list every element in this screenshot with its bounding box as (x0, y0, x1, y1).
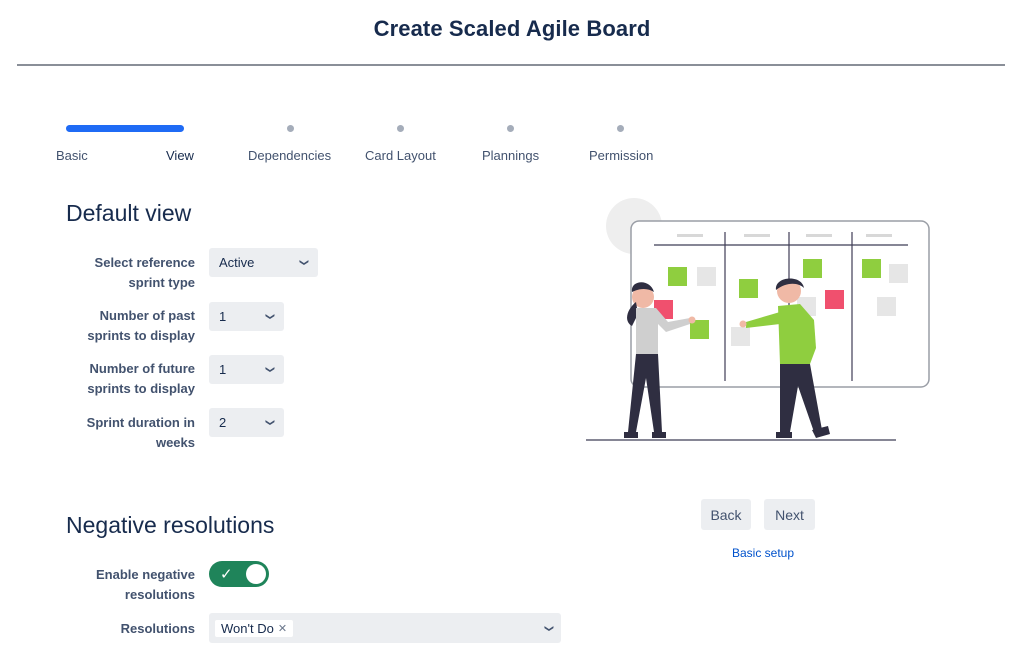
sticky-note (862, 259, 881, 278)
field-label-reference-sprint-type: Select reference sprint type (45, 253, 195, 293)
step-basic[interactable]: Basic (56, 148, 88, 163)
field-label-sprint-duration: Sprint duration in weeks (45, 413, 195, 453)
field-label-resolutions: Resolutions (120, 621, 195, 636)
resolutions-multiselect[interactable]: Won't Do ✕ ❯ (209, 613, 561, 643)
chevron-down-icon: ❯ (544, 624, 555, 632)
title-divider (17, 64, 1005, 66)
chevron-down-icon: ❯ (265, 365, 276, 374)
label-line: Select reference (94, 255, 195, 270)
label-line: sprints to display (87, 381, 195, 396)
sticky-note (739, 279, 758, 298)
label-line: resolutions (124, 587, 195, 602)
label-line: sprint type (128, 275, 195, 290)
label-line: sprints to display (87, 328, 195, 343)
page-title: Create Scaled Agile Board (373, 16, 651, 41)
label-line: Number of future (89, 361, 195, 376)
step-dependencies[interactable]: Dependencies (248, 148, 331, 163)
toggle-knob (246, 564, 266, 584)
field-label-past-sprints: Number of past sprints to display (45, 306, 195, 346)
next-button[interactable]: Next (764, 499, 815, 530)
field-label-enable-negative: Enable negative resolutions (45, 565, 195, 605)
negative-resolutions-heading: Negative resolutions (66, 512, 275, 538)
step-dot-card-layout[interactable] (397, 125, 404, 132)
sticky-note (877, 297, 896, 316)
column-title (677, 234, 703, 237)
column-title (744, 234, 770, 237)
sticky-note (803, 259, 822, 278)
sticky-note (668, 267, 687, 286)
check-icon: ✓ (220, 566, 233, 583)
sticky-note (697, 267, 716, 286)
reference-sprint-type-select[interactable]: Active ❯ (209, 248, 318, 277)
step-dot-dependencies[interactable] (287, 125, 294, 132)
step-card-layout[interactable]: Card Layout (365, 148, 436, 163)
basic-setup-link[interactable]: Basic setup (700, 546, 826, 560)
label-line: Number of past (99, 308, 195, 323)
close-icon[interactable]: ✕ (278, 622, 287, 635)
select-value: 2 (219, 415, 227, 430)
step-permission[interactable]: Permission (589, 148, 653, 163)
label-line: Enable negative (96, 567, 195, 582)
sticky-note (825, 290, 844, 309)
step-dot-permission[interactable] (617, 125, 624, 132)
sticky-note (731, 327, 750, 346)
label-line: Sprint duration in (86, 415, 195, 430)
step-dot-plannings[interactable] (507, 125, 514, 132)
step-view[interactable]: View (166, 148, 194, 163)
back-button[interactable]: Back (701, 499, 751, 530)
agile-board-illustration (586, 198, 930, 441)
step-progress-bar (66, 125, 184, 132)
chevron-down-icon: ❯ (299, 258, 310, 267)
select-value: 1 (219, 362, 227, 377)
chevron-down-icon: ❯ (265, 312, 276, 321)
sprint-duration-select[interactable]: 2 ❯ (209, 408, 284, 437)
step-plannings[interactable]: Plannings (482, 148, 539, 163)
field-label-future-sprints: Number of future sprints to display (45, 359, 195, 399)
column-title (866, 234, 892, 237)
chip-label: Won't Do (221, 620, 274, 636)
past-sprints-select[interactable]: 1 ❯ (209, 302, 284, 331)
enable-negative-resolutions-toggle[interactable]: ✓ (209, 561, 269, 587)
label-line: weeks (155, 435, 195, 450)
future-sprints-select[interactable]: 1 ❯ (209, 355, 284, 384)
sticky-note (889, 264, 908, 283)
select-value: 1 (219, 309, 227, 324)
chevron-down-icon: ❯ (265, 418, 276, 427)
default-view-heading: Default view (66, 200, 192, 226)
select-value: Active (219, 255, 255, 270)
column-title (806, 234, 832, 237)
resolution-chip: Won't Do ✕ (215, 619, 294, 637)
